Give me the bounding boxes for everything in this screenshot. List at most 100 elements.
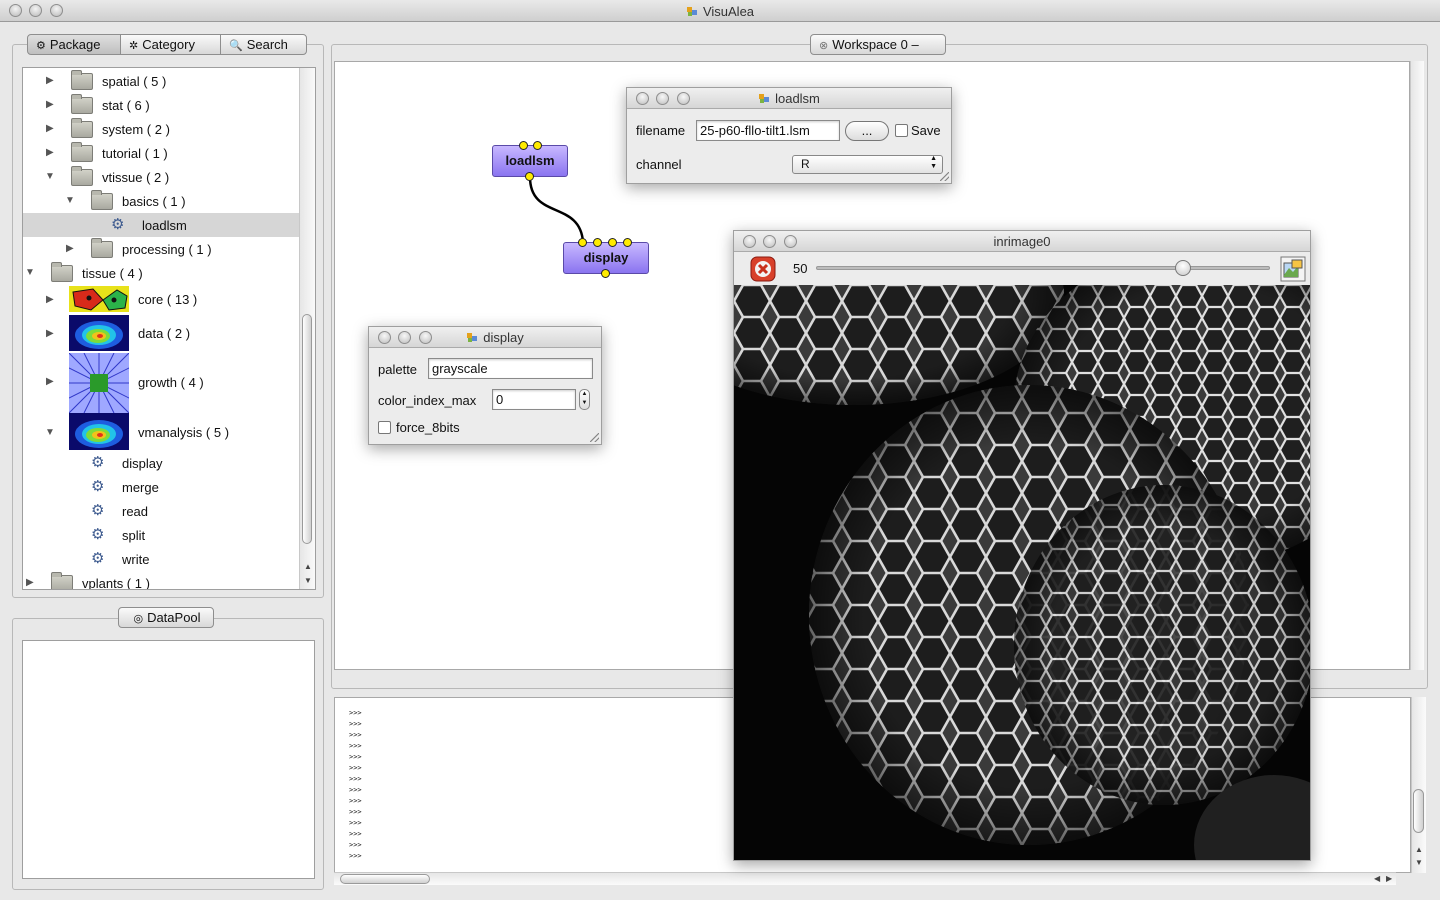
tree-item-processing[interactable]: ▶ processing ( 1 ) [23,237,299,261]
console-scrollbar-thumb[interactable] [1413,789,1424,833]
microscopy-image[interactable] [734,285,1310,860]
tree-item-system[interactable]: ▶ system ( 2 ) [23,117,299,141]
tab-category[interactable]: ✲ Category [120,34,221,55]
vmanalysis-thumbnail-icon [69,413,129,450]
input-port[interactable] [623,238,632,247]
slice-slider-knob[interactable] [1174,260,1191,276]
palette-image-icon[interactable] [1280,256,1306,282]
console-prompt-line: >>> [349,852,362,860]
node-gears-icon: ⚙ [91,550,105,567]
tree-item-display[interactable]: ⚙ display [23,451,299,475]
expand-arrow-icon[interactable]: ▶ [46,376,54,387]
package-tree[interactable]: ▶ spatial ( 5 ) ▶ stat ( 6 ) ▶ system ( … [22,67,316,590]
slice-value-label: 50 [793,261,808,276]
display-window-titlebar[interactable]: display [369,327,601,348]
expand-arrow-icon[interactable]: ▶ [46,328,54,339]
datapool-icon: ◎ [133,613,144,625]
console-hscrollbar-thumb[interactable] [340,874,430,884]
collapse-arrow-icon[interactable]: ▼ [65,195,75,206]
tree-item-data[interactable]: ▶ data ( 2 ) [23,315,299,351]
loadlsm-window-titlebar[interactable]: loadlsm [627,88,951,109]
filename-label: filename [636,123,686,138]
expand-arrow-icon[interactable]: ▶ [46,294,54,305]
tree-item-basics[interactable]: ▼ basics ( 1 ) [23,189,299,213]
canvas-scrollbar[interactable] [1410,61,1424,670]
display-window: display palette grayscale color_index_ma… [368,326,602,445]
collapse-arrow-icon[interactable]: ▼ [45,427,55,438]
color-index-max-stepper[interactable]: ▲ ▼ [579,389,590,410]
tree-scrollbar-thumb[interactable] [302,314,312,544]
scroll-up-arrow-icon[interactable]: ▲ [1415,845,1423,854]
datapool-button[interactable]: ◎ DataPool [118,607,214,628]
resize-grip-icon[interactable] [590,433,599,442]
expand-arrow-icon[interactable]: ▶ [46,99,54,110]
console-prompt-line: >>> [349,764,362,772]
scroll-right-arrow-icon[interactable]: ▶ [1386,874,1392,883]
console-hscrollbar[interactable]: ◀ ▶ [334,872,1396,885]
expand-arrow-icon[interactable]: ▶ [26,577,34,588]
inrimage-window-titlebar[interactable]: inrimage0 [734,231,1310,252]
output-port[interactable] [601,269,610,278]
channel-select[interactable]: R ▲ ▼ [792,155,943,174]
scroll-up-arrow-icon[interactable]: ▲ [304,562,312,571]
console-prompt-line: >>> [349,720,362,728]
datapool-list[interactable] [22,640,315,879]
tree-item-vmanalysis[interactable]: ▼ vmanalysis ( 5 ) [23,413,299,451]
scroll-left-arrow-icon[interactable]: ◀ [1374,874,1380,883]
console-prompt-line: >>> [349,797,362,805]
tab-search[interactable]: 🔍 Search [220,34,307,55]
color-index-max-field[interactable]: 0 [492,389,576,410]
filename-field[interactable]: 25-p60-fllo-tilt1.lsm [696,120,840,141]
input-port[interactable] [578,238,587,247]
inrimage-title: inrimage0 [993,234,1051,249]
node-gears-icon: ⚙ [91,454,105,471]
tree-item-split[interactable]: ⚙ split [23,523,299,547]
color-index-max-label: color_index_max [378,393,477,408]
folder-icon [91,190,113,210]
tree-item-merge[interactable]: ⚙ merge [23,475,299,499]
browse-button[interactable]: ... [845,121,889,141]
console-prompt-line: >>> [349,709,362,717]
confocal-cells-image [734,285,1310,860]
close-image-icon[interactable] [750,256,776,282]
force-8bits-checkbox[interactable] [378,421,391,434]
tree-item-vtissue[interactable]: ▼ vtissue ( 2 ) [23,165,299,189]
tree-item-read[interactable]: ⚙ read [23,499,299,523]
tree-item-tissue[interactable]: ▼ tissue ( 4 ) [23,261,299,285]
scroll-down-arrow-icon[interactable]: ▼ [1415,858,1423,867]
palette-field[interactable]: grayscale [428,358,593,379]
tab-workspace-0[interactable]: ⊗ Workspace 0 – [810,34,946,55]
tree-item-loadlsm[interactable]: ⚙ loadlsm [23,213,299,237]
expand-arrow-icon[interactable]: ▶ [46,75,54,86]
input-port[interactable] [593,238,602,247]
collapse-arrow-icon[interactable]: ▼ [25,267,35,278]
collapse-arrow-icon[interactable]: ▼ [45,171,55,182]
tree-item-core[interactable]: ▶ core ( 13 ) [23,285,299,313]
folder-icon [71,70,93,90]
input-port[interactable] [608,238,617,247]
tree-item-tutorial[interactable]: ▶ tutorial ( 1 ) [23,141,299,165]
scroll-down-arrow-icon[interactable]: ▼ [304,576,312,585]
tree-item-stat[interactable]: ▶ stat ( 6 ) [23,93,299,117]
tree-item-spatial[interactable]: ▶ spatial ( 5 ) [23,69,299,93]
folder-icon [71,118,93,138]
expand-arrow-icon[interactable]: ▶ [66,243,74,254]
node-gears-icon: ⚙ [91,502,105,519]
slice-slider[interactable] [816,260,1270,276]
expand-arrow-icon[interactable]: ▶ [46,123,54,134]
tree-item-vplants[interactable]: ▶ vplants ( 1 ) [23,571,299,589]
output-port[interactable] [525,172,534,181]
tab-package[interactable]: ⚙ Package [27,34,121,55]
input-port[interactable] [533,141,542,150]
tree-item-write[interactable]: ⚙ write [23,547,299,571]
input-port[interactable] [519,141,528,150]
close-tab-icon[interactable]: ⊗ [819,37,828,56]
resize-grip-icon[interactable] [940,172,949,181]
tree-scrollbar[interactable]: ▲ ▼ [299,68,315,589]
tree-item-growth[interactable]: ▶ growth ( 4 ) [23,353,299,413]
console-prompt-line: >>> [349,819,362,827]
save-checkbox[interactable] [895,124,908,137]
console-prompt-line: >>> [349,753,362,761]
console-scrollbar[interactable]: ▲ ▼ [1411,697,1426,873]
expand-arrow-icon[interactable]: ▶ [46,147,54,158]
